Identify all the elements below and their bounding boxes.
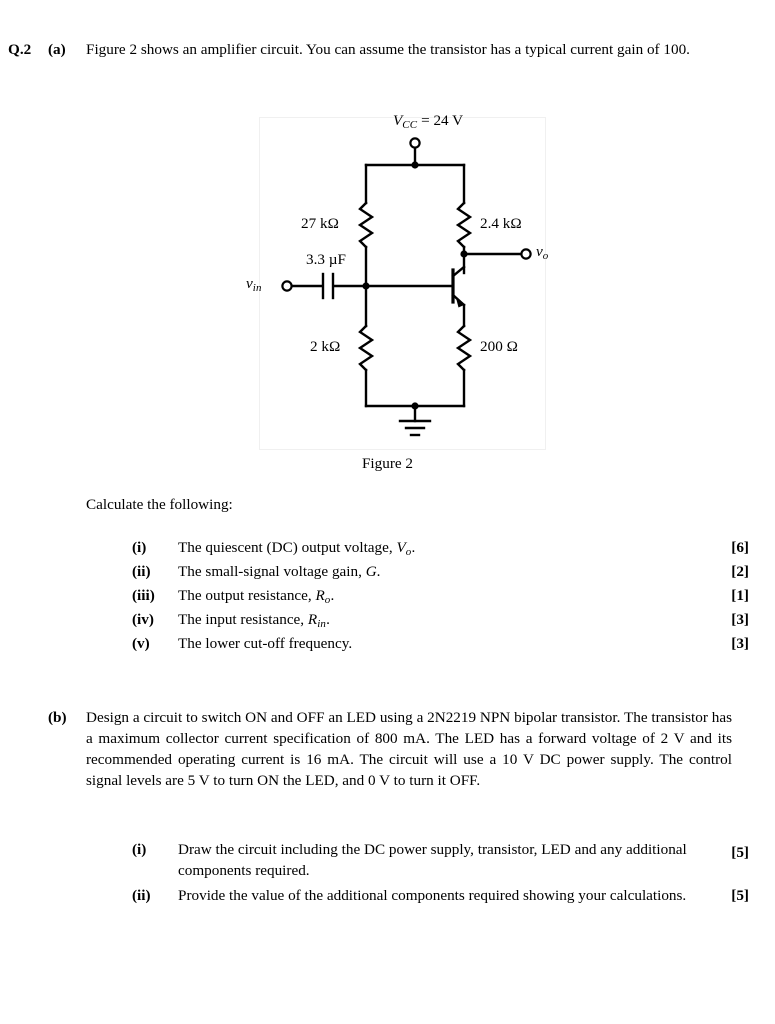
label-r2: 2 kΩ [310, 338, 341, 355]
list-item-a-v-num: (v) [132, 635, 150, 652]
marks-a-ii: [2] [731, 563, 749, 580]
junction-dot-base [362, 282, 370, 290]
list-item-a-iv: (iv) The input resistance, Rin. [132, 610, 692, 632]
list-item-a-ii: (ii) The small-signal voltage gain, G. [132, 562, 692, 584]
list-item-a-iv-num: (iv) [132, 611, 154, 628]
list-item-a-v-text: The lower cut-off frequency. [178, 635, 353, 652]
list-item-a-ii-num: (ii) [132, 563, 151, 580]
marks-b-ii: [5] [731, 887, 749, 904]
marks-a-iv: [3] [731, 611, 749, 628]
list-item-a-i-symbol: V [396, 539, 406, 556]
marks-a-i: [6] [731, 539, 749, 556]
list-item-a-i-text-after: . [411, 539, 416, 556]
marks-a-v: [3] [731, 635, 749, 652]
figure-caption: Figure 2 [361, 455, 414, 472]
label-coupling-capacitor: 3.3 µF [306, 251, 346, 268]
question-part-b-intro: (b) Design a circuit to switch ON and OF… [48, 708, 732, 792]
list-item-a-iii-text: The output resistance, Ro. [178, 586, 334, 608]
vin-subscript: in [252, 282, 262, 295]
list-item-a-iv-symbol-sub: in [317, 618, 327, 631]
list-item-a-ii-symbol: G [365, 563, 377, 580]
vcc-terminal [409, 137, 421, 149]
transistor-collector-line [451, 265, 466, 278]
question-part-a-intro: Q.2 (a) Figure 2 shows an amplifier circ… [8, 40, 732, 61]
list-item-a-iv-text-before: The input resistance, [178, 611, 308, 628]
marks-a-iii: [1] [731, 587, 749, 604]
list-item-b-i: (i) Draw the circuit including the DC po… [132, 840, 694, 882]
list-item-b-ii: (ii) Provide the value of the additional… [132, 886, 694, 907]
calculate-lead-in: Calculate the following: [86, 495, 726, 516]
vin-symbol: v [246, 275, 253, 292]
vin-label: vin [246, 274, 262, 296]
list-item-a-iii-text-after: . [330, 587, 335, 604]
list-item-b-i-num: (i) [132, 841, 147, 858]
label-r1: 27 kΩ [301, 215, 339, 232]
part-label-a: (a) [48, 41, 66, 58]
list-item-a-i-num: (i) [132, 539, 147, 556]
list-item-a-i: (i) The quiescent (DC) output voltage, V… [132, 538, 692, 560]
list-item-a-i-text: The quiescent (DC) output voltage, Vo. [178, 538, 415, 560]
question-number: Q.2 [8, 41, 32, 58]
part-b-text: Design a circuit to switch ON and OFF an… [86, 709, 732, 789]
list-item-a-i-text-before: The quiescent (DC) output voltage, [178, 539, 397, 556]
vcc-label: VCC = 24 V [393, 111, 463, 133]
marks-b-i: [5] [731, 844, 749, 861]
list-item-a-iii: (iii) The output resistance, Ro. [132, 586, 692, 608]
junction-dot-vcc [411, 161, 419, 169]
resistor-rc-2k4 [455, 201, 473, 249]
list-item-a-v: (v) The lower cut-off frequency. [132, 634, 692, 655]
part-label-b: (b) [48, 709, 67, 726]
list-item-a-iv-symbol: R [307, 611, 318, 628]
list-item-a-ii-text-after: . [376, 563, 381, 580]
part-a-text: Figure 2 shows an amplifier circuit. You… [86, 41, 690, 58]
input-terminal [281, 280, 293, 292]
list-item-b-ii-num: (ii) [132, 887, 151, 904]
vcc-symbol: V [393, 112, 403, 129]
list-item-b-i-text: Draw the circuit including the DC power … [178, 841, 687, 879]
list-item-a-iii-num: (iii) [132, 587, 155, 604]
vcc-subscript: CC [402, 119, 418, 132]
vo-symbol: v [536, 243, 543, 260]
list-item-a-iv-text: The input resistance, Rin. [178, 610, 330, 632]
figure-2-container: VCC = 24 V 27 kΩ 2.4 kΩ 3.3 µF 2 kΩ 200 … [246, 112, 548, 450]
list-item-a-ii-text: The small-signal voltage gain, G. [178, 562, 380, 584]
label-re: 200 Ω [480, 338, 518, 355]
list-item-b-ii-text: Provide the value of the additional comp… [178, 887, 687, 904]
list-item-a-iii-symbol: R [315, 587, 325, 604]
junction-dot-ground [411, 402, 419, 410]
junction-dot-collector [460, 250, 468, 258]
output-terminal [520, 248, 532, 260]
list-item-a-iii-text-before: The output resistance, [178, 587, 316, 604]
resistor-r2-2k [357, 324, 375, 372]
list-item-a-iv-text-after: . [326, 611, 330, 628]
resistor-re-200 [455, 324, 473, 372]
calculate-lead-in-text: Calculate the following: [86, 496, 233, 513]
vo-subscript: o [542, 250, 549, 263]
amplifier-circuit-diagram [281, 137, 532, 437]
vo-label: vo [536, 242, 548, 264]
list-item-a-ii-text-before: The small-signal voltage gain, [178, 563, 366, 580]
vcc-value: 24 V [433, 112, 464, 129]
vcc-equals: = [421, 112, 430, 129]
label-rc: 2.4 kΩ [480, 215, 522, 232]
resistor-r1-27k [357, 201, 375, 249]
